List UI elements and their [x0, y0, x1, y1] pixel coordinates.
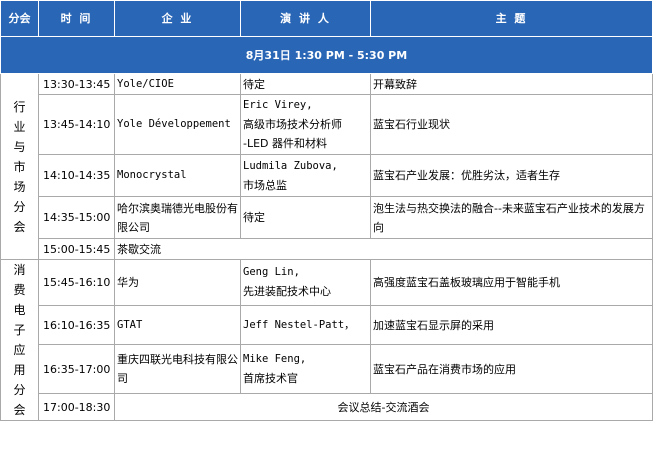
- company-cell: 华为: [114, 259, 241, 306]
- agenda-table: 分会 时 间 企 业 演 讲 人 主 题 8月31日 1:30 PM - 5:3…: [0, 0, 653, 421]
- speaker-name: Mike Feng,: [243, 353, 307, 366]
- speaker-cell: Jeff Nestel-Patt，: [240, 304, 371, 346]
- agenda-table-container: 分会 时 间 企 业 演 讲 人 主 题 8月31日 1:30 PM - 5:3…: [0, 0, 653, 460]
- time-cell: 15:00-15:45: [38, 238, 115, 260]
- company-cell: Yole Développement: [114, 94, 241, 155]
- company-cell: 哈尔滨奥瑞德光电股份有限公司: [114, 196, 241, 239]
- date-cell: 8月31日 1:30 PM - 5:30 PM: [0, 36, 653, 74]
- topic-cell: 蓝宝石产品在消费市场的应用: [370, 344, 653, 395]
- time-cell: 14:10-14:35: [38, 154, 115, 197]
- closing-cell: 会议总结-交流酒会: [114, 393, 653, 421]
- speaker-title: 先进装配技术中心: [243, 285, 331, 299]
- table-row: 14:10-14:35 Monocrystal Ludmila Zubova, …: [1, 154, 653, 197]
- table-row: 14:35-15:00 哈尔滨奥瑞德光电股份有限公司 待定 泡生法与热交换法的融…: [1, 196, 653, 239]
- company-cell: Yole/CIOE: [114, 73, 241, 95]
- time-cell: 13:30-13:45: [38, 73, 115, 95]
- header-topic: 主 题: [370, 0, 653, 37]
- company-cell: GTAT: [114, 304, 241, 346]
- time-cell: 15:45-16:10: [38, 259, 115, 306]
- time-cell: 13:45-14:10: [38, 94, 115, 155]
- speaker-cell: Geng Lin, 先进装配技术中心: [240, 259, 371, 306]
- time-cell: 16:10-16:35: [38, 304, 115, 346]
- time-cell: 17:00-18:30: [38, 393, 115, 421]
- speaker-title: 首席技术官: [243, 372, 298, 386]
- section-consumer-electronics: 消费电子应用分会: [0, 259, 39, 421]
- topic-cell: 开幕致辞: [370, 73, 653, 95]
- topic-cell: 泡生法与热交换法的融合--未来蓝宝石产业技术的发展方向: [370, 196, 653, 239]
- section-label: 行业与市场分会: [13, 99, 26, 234]
- section-label: 消费电子应用分会: [13, 263, 26, 417]
- header-section: 分会: [0, 0, 39, 37]
- header-time: 时 间: [38, 0, 115, 37]
- date-row: 8月31日 1:30 PM - 5:30 PM: [0, 36, 653, 74]
- break-row: 15:00-15:45 茶歇交流: [1, 238, 653, 260]
- speaker-name: Geng Lin,: [243, 266, 300, 279]
- company-cell: Monocrystal: [114, 154, 241, 197]
- speaker-cell: Ludmila Zubova, 市场总监: [240, 154, 371, 197]
- topic-cell: 蓝宝石产业发展：优胜劣汰，适者生存: [370, 154, 653, 197]
- speaker-cell: Eric Virey, 高级市场技术分析师 -LED 器件和材料: [240, 94, 371, 155]
- table-row: 16:35-17:00 重庆四联光电科技有限公司 Mike Feng, 首席技术…: [1, 344, 653, 395]
- speaker-cell: Mike Feng, 首席技术官: [240, 344, 371, 395]
- speaker-name: Ludmila Zubova,: [243, 159, 338, 172]
- table-row: 13:45-14:10 Yole Développement Eric Vire…: [1, 94, 653, 155]
- topic-cell: 高强度蓝宝石盖板玻璃应用于智能手机: [370, 259, 653, 306]
- time-cell: 14:35-15:00: [38, 196, 115, 239]
- topic-cell: 加速蓝宝石显示屏的采用: [370, 304, 653, 346]
- company-cell: 重庆四联光电科技有限公司: [114, 344, 241, 395]
- topic-cell: 蓝宝石行业现状: [370, 94, 653, 155]
- closing-row: 17:00-18:30 会议总结-交流酒会: [1, 393, 653, 421]
- speaker-cell: 待定: [240, 196, 371, 239]
- header-speaker: 演 讲 人: [240, 0, 371, 37]
- speaker-title: 市场总监: [243, 178, 287, 192]
- break-cell: 茶歇交流: [114, 238, 653, 260]
- time-cell: 16:35-17:00: [38, 344, 115, 395]
- header-row: 分会 时 间 企 业 演 讲 人 主 题: [0, 0, 653, 37]
- table-row: 消费电子应用分会 15:45-16:10 华为 Geng Lin, 先进装配技术…: [0, 259, 653, 421]
- table-row: 16:10-16:35 GTAT Jeff Nestel-Patt， 加速蓝宝石…: [1, 304, 653, 346]
- speaker-subtitle: -LED 器件和材料: [243, 137, 328, 150]
- speaker-name: Eric Virey,: [243, 99, 313, 111]
- section-industry-market: 行业与市场分会: [0, 73, 39, 260]
- header-company: 企 业: [114, 0, 241, 37]
- speaker-cell: 待定: [240, 73, 371, 95]
- table-row: 行业与市场分会 13:30-13:45 Yole/CIOE 待定 开幕致辞: [0, 73, 653, 260]
- speaker-title: 高级市场技术分析师: [243, 118, 342, 131]
